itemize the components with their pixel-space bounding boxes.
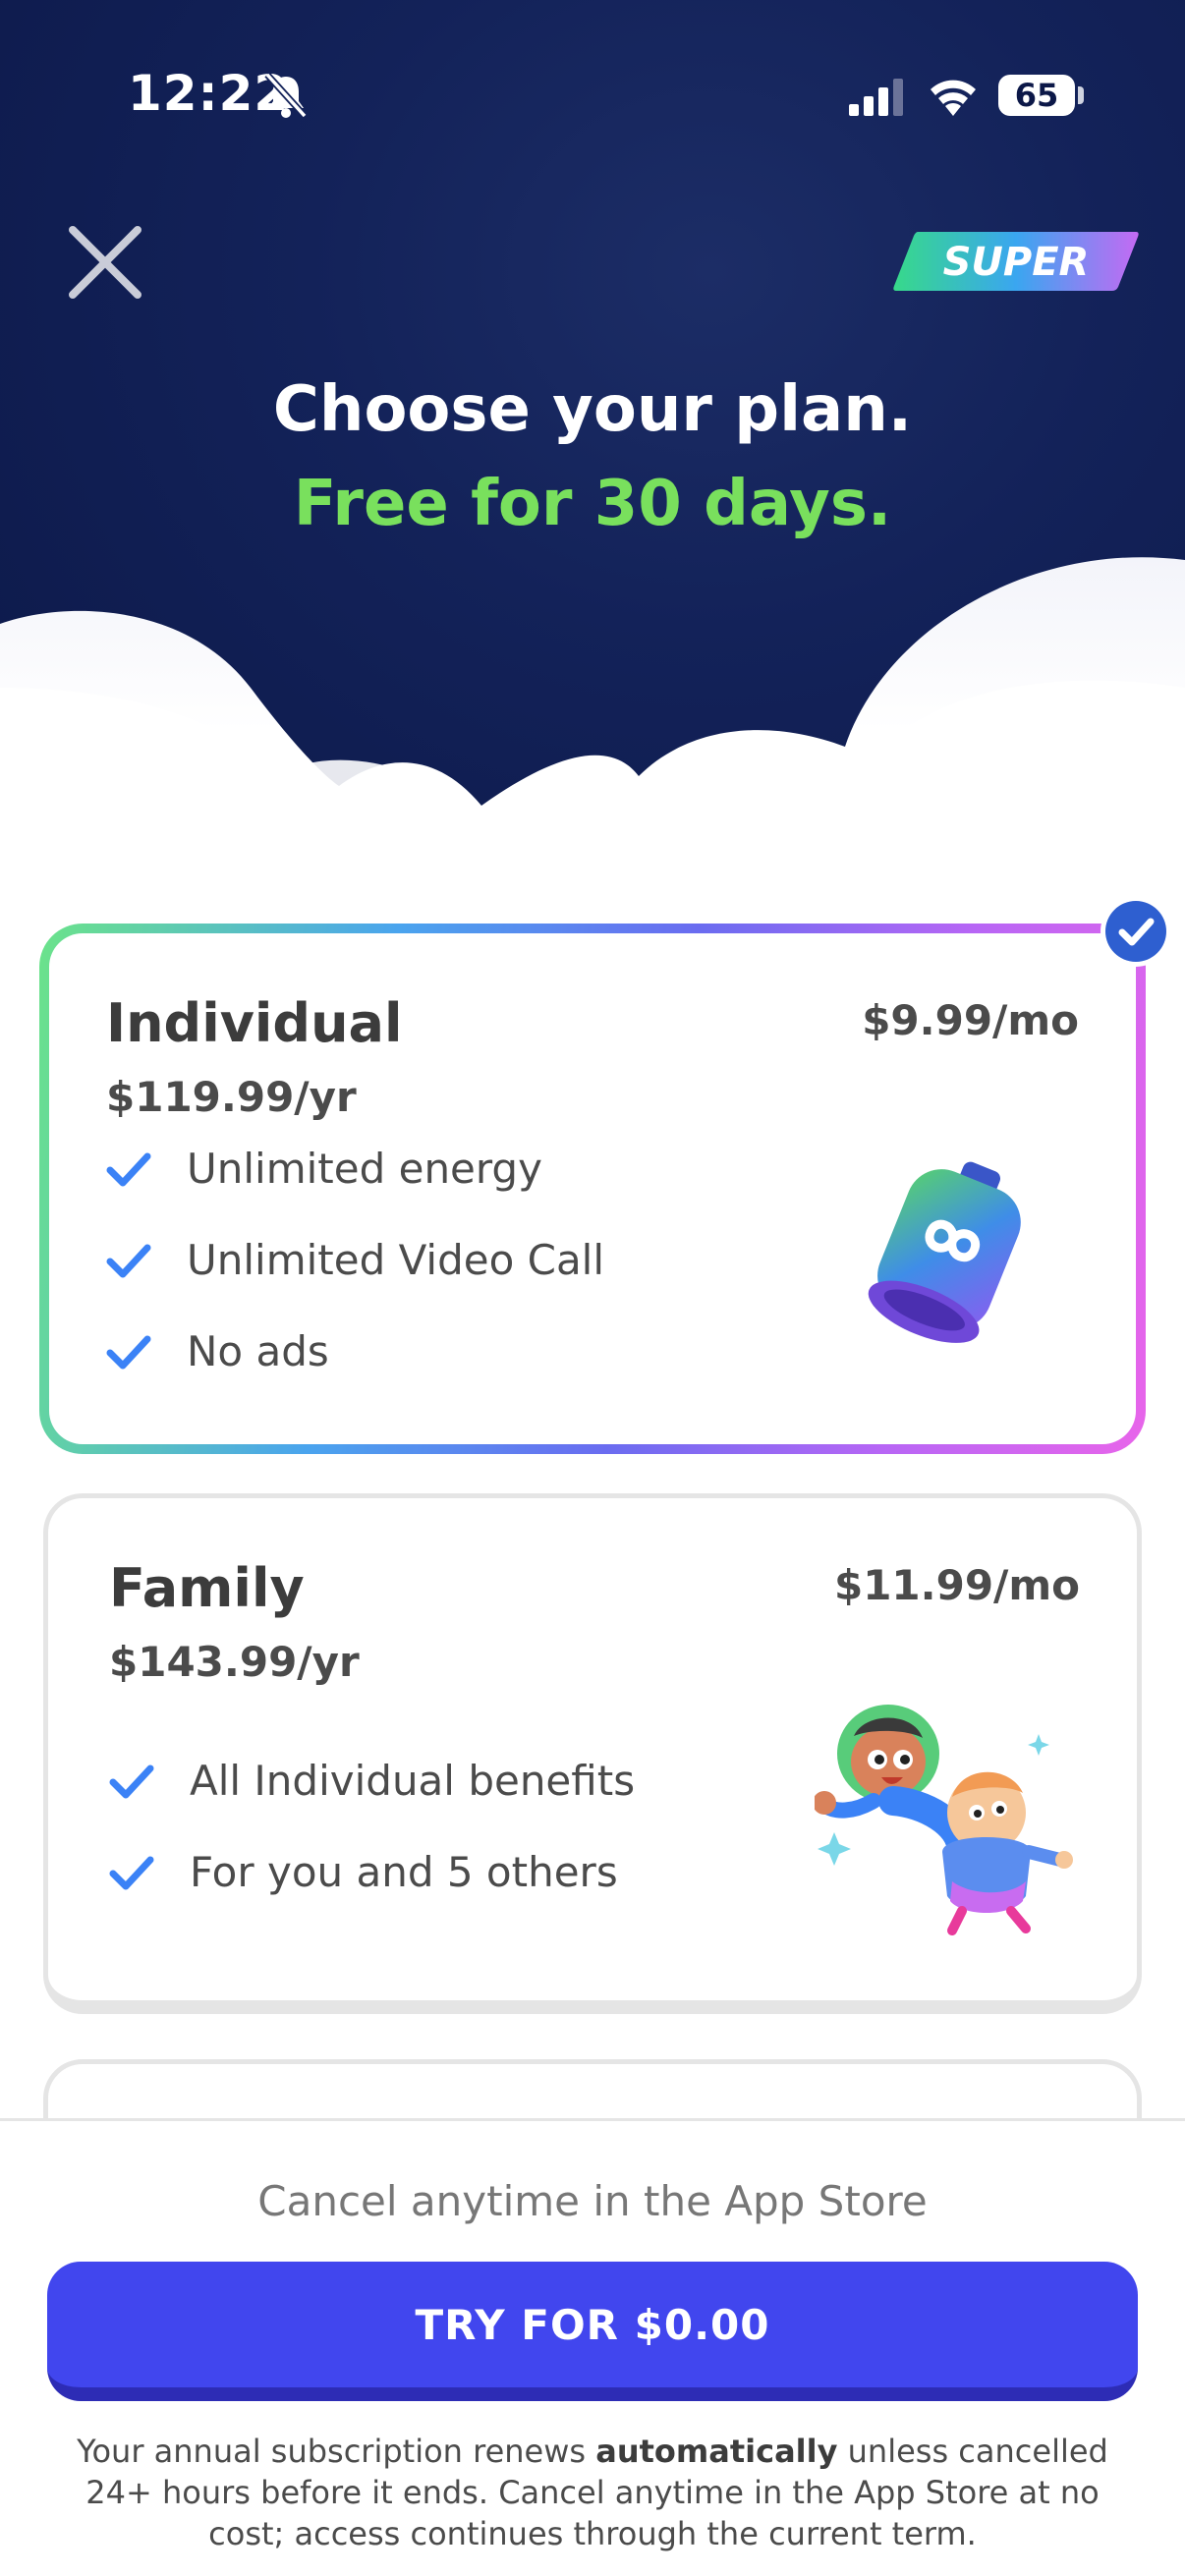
- try-free-button[interactable]: TRY FOR $0.00: [47, 2262, 1138, 2401]
- plan-card-family[interactable]: Family $11.99/mo $143.99/yr All Individu…: [43, 1493, 1142, 2014]
- plan-price-monthly: $11.99/mo: [833, 1561, 1080, 1609]
- check-icon: [106, 1244, 151, 1278]
- close-icon[interactable]: [61, 218, 149, 307]
- selected-check-icon: [1100, 896, 1171, 967]
- status-bar: 12:22 65: [0, 0, 1185, 196]
- check-icon: [106, 1152, 151, 1187]
- plan-price-yearly: $143.99/yr: [109, 1638, 360, 1686]
- bell-slash-icon: [264, 72, 308, 119]
- plan-card-individual-inner: Individual $9.99/mo $119.99/yr Unlimited…: [49, 933, 1136, 1444]
- check-icon: [109, 1856, 154, 1890]
- feature-text: No ads: [187, 1327, 329, 1375]
- super-badge-label: SUPER: [943, 240, 1090, 285]
- wifi-icon: [931, 80, 976, 116]
- signal-icon: [849, 79, 903, 116]
- super-badge: SUPER: [893, 232, 1139, 291]
- feature-text: For you and 5 others: [190, 1848, 618, 1896]
- cancel-note: Cancel anytime in the App Store: [257, 2177, 928, 2225]
- plan-name: Family: [109, 1557, 305, 1619]
- battery-indicator: 65: [998, 75, 1075, 116]
- check-icon: [109, 1764, 154, 1799]
- family-characters-icon: [815, 1705, 1073, 1935]
- page-subtitle: Free for 30 days.: [293, 468, 892, 540]
- check-icon: [106, 1335, 151, 1370]
- plan-price-yearly: $119.99/yr: [106, 1073, 357, 1121]
- plan-card-individual[interactable]: Individual $9.99/mo $119.99/yr Unlimited…: [39, 924, 1146, 1454]
- legal-text-bold: automatically: [595, 2433, 838, 2470]
- infinity-battery-icon: [868, 1161, 1021, 1343]
- plan-price-monthly: $9.99/mo: [862, 996, 1079, 1044]
- battery-cap: [1078, 86, 1084, 104]
- feature-text: Unlimited energy: [187, 1145, 542, 1193]
- page-title: Choose your plan.: [272, 373, 913, 446]
- feature-text: Unlimited Video Call: [187, 1236, 605, 1284]
- legal-text: Your annual subscription renews automati…: [59, 2431, 1126, 2554]
- plan-name: Individual: [106, 992, 403, 1054]
- feature-text: All Individual benefits: [190, 1757, 636, 1805]
- legal-text-part: Your annual subscription renews: [77, 2433, 596, 2470]
